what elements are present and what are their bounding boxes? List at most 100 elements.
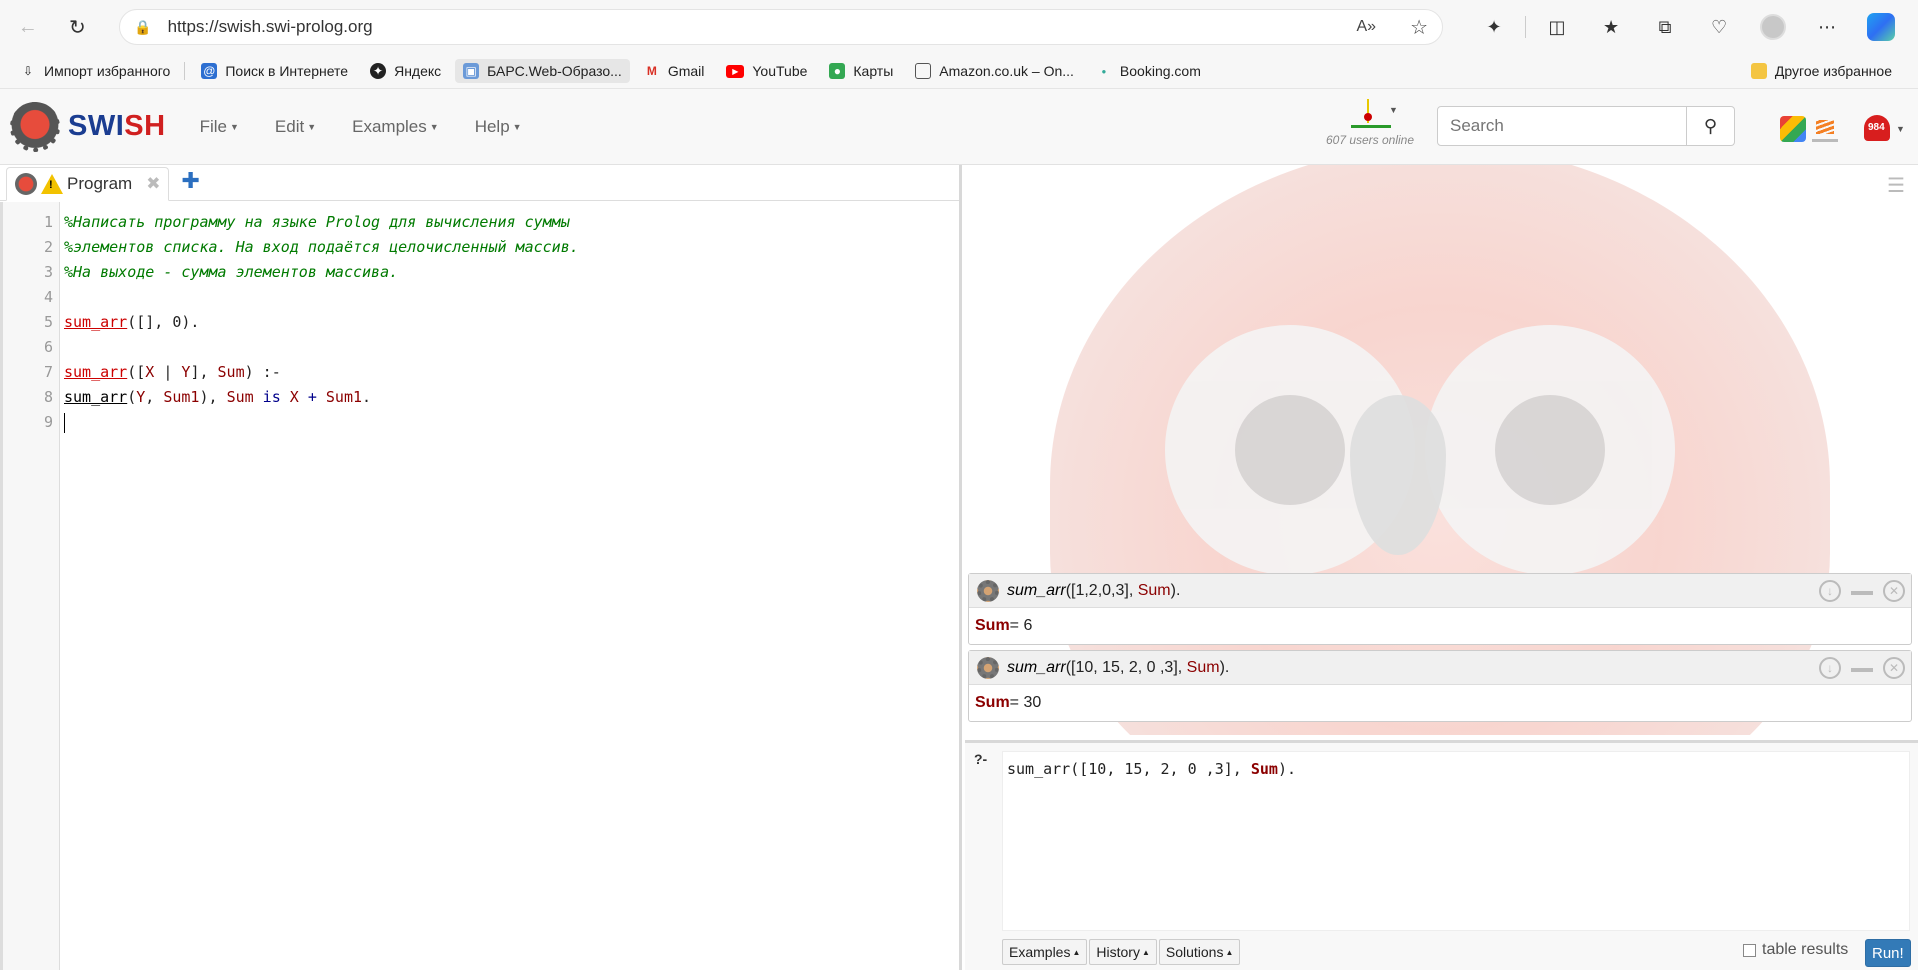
download-icon[interactable]: ↓: [1819, 656, 1841, 679]
bookmark-other-folder[interactable]: Другое избранное: [1743, 59, 1900, 83]
users-online-text: 607 users online: [1325, 133, 1415, 147]
toolbar-divider: [1525, 16, 1527, 38]
run-button[interactable]: Run!: [1865, 939, 1911, 967]
caret-up-icon: ▲: [1072, 947, 1081, 957]
bookmark-gmail[interactable]: M Gmail: [636, 59, 713, 83]
swish-logo-text: SWISH: [68, 110, 166, 143]
swish-program-icon: [15, 173, 37, 195]
bookmark-bars[interactable]: ▣ БАРС.Web-Образо...: [455, 59, 630, 83]
minimize-icon[interactable]: [1851, 667, 1873, 672]
query-answer-1: sum_arr([1,2,0,3], Sum). ↓ ✕ Sum = 6: [968, 573, 1912, 645]
download-icon[interactable]: ↓: [1819, 579, 1841, 602]
code-content[interactable]: %Написать программу на языке Prolog для …: [60, 202, 959, 970]
read-aloud-icon[interactable]: A»: [1357, 18, 1377, 36]
menu-file[interactable]: File ▼: [200, 117, 239, 137]
code-comment: %элементов списка. На вход подаётся цело…: [64, 238, 579, 256]
code-variable: Sum: [217, 363, 245, 381]
result-variable: Sum: [975, 694, 1010, 711]
code-line: sum_arr(Y, Sum1), Sum is X + Sum1.: [64, 385, 959, 410]
bookmark-booking[interactable]: ● Booking.com: [1088, 59, 1209, 83]
code-variable: Sum: [226, 388, 254, 406]
bookmarks-bar: ⇩ Импорт избранного @ Поиск в Интернете ✦ Я…: [0, 54, 1918, 89]
lock-icon[interactable]: 🔒: [134, 19, 151, 36]
add-tab-icon[interactable]: ✚: [181, 168, 199, 194]
line-number: 1: [43, 213, 53, 231]
minimize-icon[interactable]: [1851, 590, 1873, 595]
query-close: ).: [1219, 658, 1230, 676]
menu-label: File: [199, 116, 227, 136]
google-login-icon[interactable]: [1780, 116, 1806, 142]
bookmark-divider: [184, 62, 186, 80]
bookmark-yandex[interactable]: ✦ Яндекс: [362, 59, 449, 83]
code-text: ) :-: [244, 363, 281, 381]
code-editor[interactable]: 1 2 3 4 5 6 7 8 9 %Написать программу на…: [0, 202, 959, 970]
split-screen-icon[interactable]: ◫: [1538, 9, 1576, 45]
table-results-toggle[interactable]: table results: [1743, 941, 1848, 959]
query-editor-area: ?- sum_arr([10, 15, 2, 0 ,3], Sum). Exam…: [965, 740, 1918, 970]
bookmark-youtube[interactable]: ▶ YouTube: [718, 59, 815, 83]
stackoverflow-icon[interactable]: [1812, 116, 1838, 142]
code-predicate-call: sum_arr: [64, 388, 128, 406]
query-prompt: ?-: [974, 751, 988, 767]
notification-bell[interactable]: 984: [1862, 113, 1894, 145]
bookmark-maps[interactable]: ● Карты: [821, 59, 901, 83]
menu-label: Help: [474, 116, 510, 136]
antenna-base: [1351, 125, 1391, 128]
caret-down-icon: ▼: [429, 121, 439, 132]
favorite-star-icon[interactable]: ☆: [1410, 15, 1428, 40]
address-bar[interactable]: 🔒 https://swish.swi-prolog.org A» ☆: [119, 9, 1444, 45]
swish-logo[interactable]: SWISH: [10, 101, 166, 152]
refresh-icon[interactable]: ↻: [60, 9, 96, 45]
menu-examples[interactable]: Examples ▼: [352, 117, 439, 137]
favorites-icon[interactable]: ★: [1592, 9, 1630, 45]
caret-down-icon: ▼: [512, 121, 522, 132]
menu-edit[interactable]: Edit ▼: [275, 117, 316, 137]
close-icon[interactable]: ✕: [1883, 579, 1905, 602]
page-icon: [915, 63, 932, 79]
browser-essentials-icon[interactable]: ♡: [1700, 9, 1738, 45]
close-icon[interactable]: ✖: [146, 174, 160, 194]
line-number-gutter: 1 2 3 4 5 6 7 8 9: [0, 202, 60, 970]
history-button[interactable]: History ▲: [1089, 939, 1157, 965]
menu-label: Edit: [274, 116, 305, 136]
collections-icon[interactable]: ⧉: [1646, 9, 1684, 45]
tab-program[interactable]: ! Program ✖: [6, 167, 170, 201]
swish-navbar: SWISH File ▼ Edit ▼ Examples ▼ Help ▼ ▼ 607 …: [0, 89, 1918, 165]
code-keyword: is: [253, 388, 290, 406]
close-icon[interactable]: ✕: [1883, 656, 1905, 679]
bookmark-search[interactable]: @ Поиск в Интернете: [193, 59, 356, 83]
menu-help[interactable]: Help ▼: [475, 117, 522, 137]
answer-controls: ↓ ✕: [1809, 579, 1905, 602]
caret-down-icon[interactable]: ▼: [1896, 124, 1905, 134]
swish-gear-icon: [977, 656, 999, 679]
tab-label: Program: [67, 174, 133, 193]
code-text: ([], 0).: [127, 313, 200, 331]
line-number: 6: [43, 338, 53, 356]
bookmark-label: YouTube: [752, 63, 808, 79]
button-label: History: [1096, 944, 1140, 960]
table-results-checkbox[interactable]: [1743, 943, 1756, 957]
bookmark-import[interactable]: ⇩ Импорт избранного: [12, 59, 178, 83]
profile-button[interactable]: [1754, 9, 1792, 45]
examples-button[interactable]: Examples ▲: [1002, 939, 1088, 965]
hamburger-menu-icon[interactable]: ☰: [1887, 173, 1905, 198]
code-predicate-head: sum_arr: [64, 363, 128, 381]
search-button[interactable]: ⚲: [1687, 106, 1735, 146]
solutions-button[interactable]: Solutions ▲: [1158, 939, 1241, 965]
back-arrow-icon[interactable]: ←: [10, 9, 46, 45]
answer-result: Sum = 30: [969, 685, 1911, 721]
search-input[interactable]: [1437, 106, 1687, 146]
caret-up-icon: ▲: [1225, 947, 1234, 957]
code-text: ],: [190, 363, 218, 381]
url-text[interactable]: https://swish.swi-prolog.org: [168, 17, 1357, 37]
extensions-icon[interactable]: ✦: [1475, 9, 1513, 45]
more-menu-icon[interactable]: ⋯: [1808, 9, 1846, 45]
external-links: 984 ▼: [1780, 113, 1905, 145]
copilot-button[interactable]: [1862, 9, 1900, 45]
query-input[interactable]: sum_arr([10, 15, 2, 0 ,3], Sum).: [1002, 751, 1910, 931]
import-icon: ⇩: [22, 64, 34, 78]
users-online-block: ▼ 607 users online: [1320, 97, 1420, 147]
query-text: sum_arr([10, 15, 2, 0 ,3], Sum).: [1007, 659, 1229, 677]
bookmark-amazon[interactable]: Amazon.co.uk – On...: [907, 59, 1082, 83]
broadcast-dropdown[interactable]: ▼: [1347, 97, 1398, 129]
